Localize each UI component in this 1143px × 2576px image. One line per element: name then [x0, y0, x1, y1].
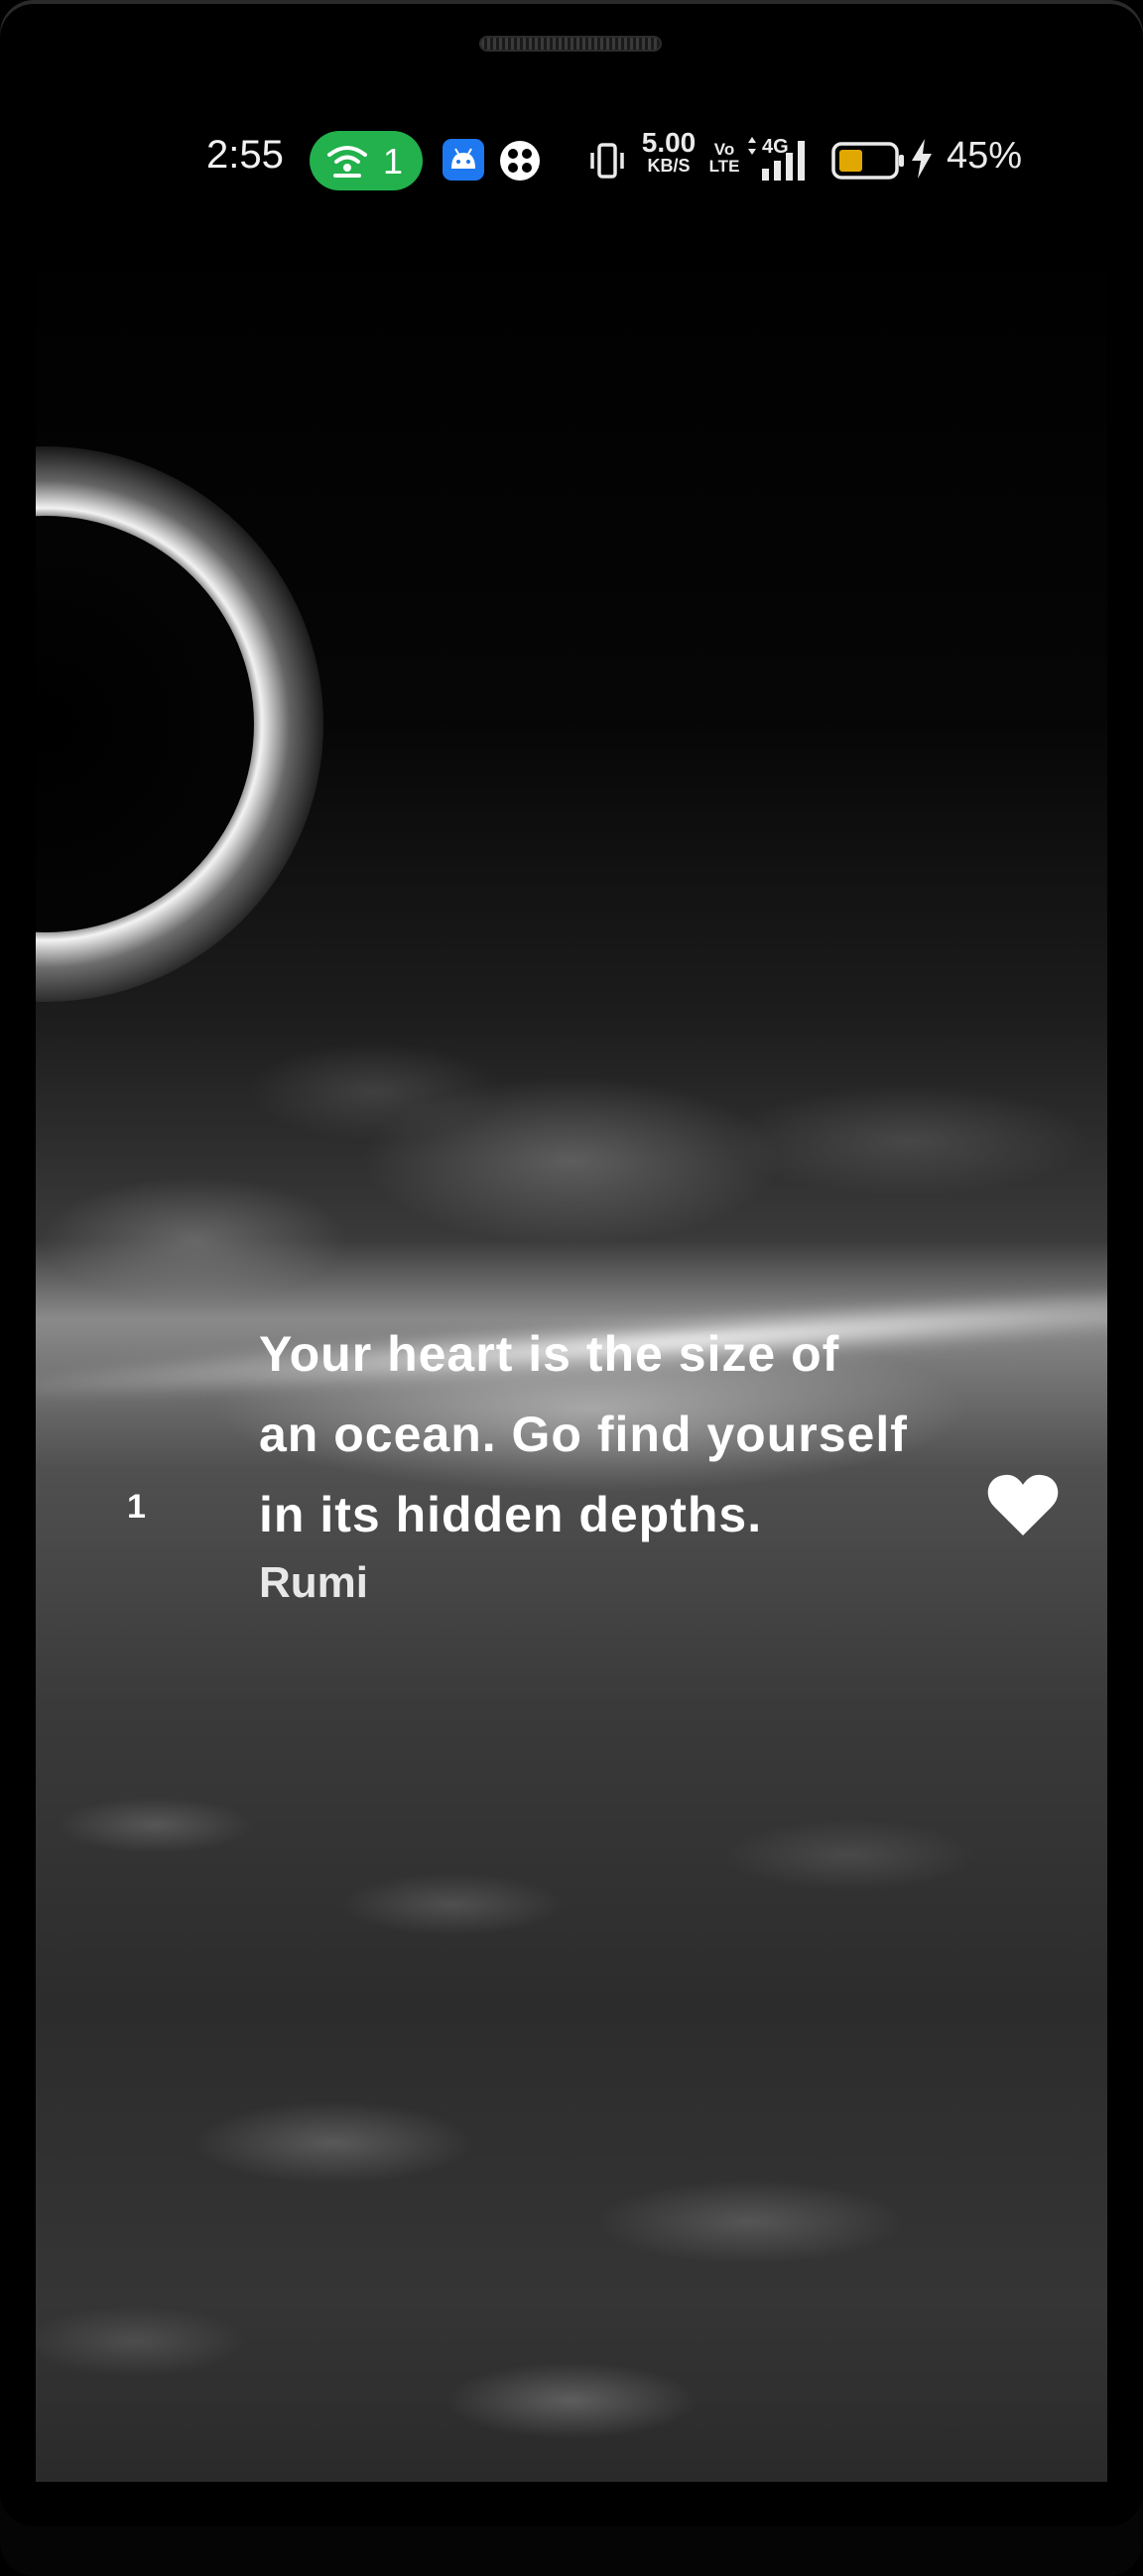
hotspot-icon [327, 146, 367, 178]
hotspot-count: 1 [383, 141, 404, 182]
network-type: 4G [762, 136, 789, 158]
cloud-layer [36, 1706, 1107, 2482]
vibrate-icon [590, 143, 624, 179]
quote-index: 1 [127, 1488, 146, 1526]
network-speed-value: 5.00 [641, 127, 697, 158]
volte-bottom: LTE [708, 157, 740, 176]
status-bar: 2:55 1 5.00 KB/S Vo LTE 4G 45% [36, 119, 1107, 202]
nebula-clouds [36, 913, 1107, 1329]
status-time: 2:55 [206, 133, 284, 177]
android-icon [443, 139, 484, 181]
wallpaper-background: 1 Your heart is the size of an ocean. Go… [36, 218, 1107, 2482]
hotspot-pill[interactable]: 1 [310, 131, 423, 190]
quote-author: Rumi [259, 1558, 368, 1607]
battery-icon [831, 142, 904, 180]
volte-indicator: Vo LTE [706, 141, 742, 175]
clover-icon [500, 141, 540, 181]
favorite-button[interactable] [986, 1472, 1060, 1537]
charging-bolt-icon [912, 139, 932, 179]
volte-top: Vo [713, 140, 735, 159]
network-speed: 5.00 KB/S [633, 127, 704, 176]
quote-card: Your heart is the size of an ocean. Go f… [259, 1314, 914, 1611]
heart-icon [987, 1474, 1059, 1535]
quote-text: Your heart is the size of an ocean. Go f… [259, 1326, 908, 1542]
signal-icon: 4G [748, 136, 805, 181]
battery-percent: 45% [947, 135, 1023, 177]
network-speed-unit: KB/S [647, 156, 691, 176]
phone-frame: 2:55 1 5.00 KB/S Vo LTE 4G 45% 1 Your he… [0, 0, 1143, 2576]
speaker-grille [479, 36, 662, 52]
